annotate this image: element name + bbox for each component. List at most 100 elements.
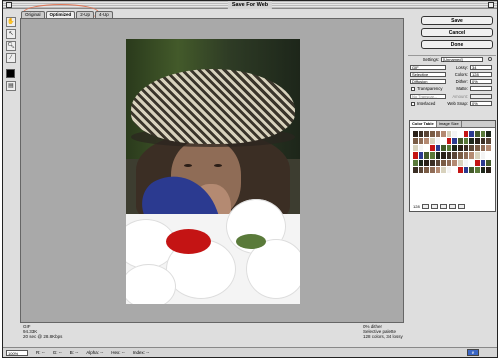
color-swatch-cell[interactable] <box>469 159 475 166</box>
color-swatch-cell[interactable] <box>452 145 458 152</box>
color-swatch-cell[interactable] <box>441 131 446 138</box>
lossy-field[interactable]: 34 <box>470 65 492 70</box>
color-swatch-cell[interactable] <box>429 152 435 159</box>
color-swatch-cell[interactable] <box>429 138 435 145</box>
color-swatch-cell[interactable] <box>475 152 480 159</box>
color-swatch-cell[interactable] <box>458 152 463 159</box>
color-swatch-cell[interactable] <box>463 159 469 166</box>
color-swatch-cell[interactable] <box>486 145 491 152</box>
color-swatch-cell[interactable] <box>480 138 486 145</box>
dither-field[interactable]: 0% <box>470 79 492 84</box>
color-swatch-cell[interactable] <box>424 138 429 145</box>
amount-field[interactable] <box>470 94 492 99</box>
color-swatch-cell[interactable] <box>475 138 480 145</box>
transparency-dither-select[interactable]: No Transpar... <box>410 94 446 99</box>
color-swatch-cell[interactable] <box>446 166 452 173</box>
color-swatch-cell[interactable] <box>469 145 475 152</box>
color-swatch-cell[interactable] <box>429 131 435 138</box>
settings-preset-select[interactable]: [Unnamed] <box>441 57 483 62</box>
color-swatch-cell[interactable] <box>458 145 463 152</box>
color-swatch-cell[interactable] <box>463 145 469 152</box>
tab-original[interactable]: Original <box>21 11 45 18</box>
color-swatch-cell[interactable] <box>413 159 418 166</box>
preview-in-browser-icon[interactable]: e <box>467 349 479 356</box>
zoom-box-icon[interactable] <box>488 2 494 8</box>
tab-image-size[interactable]: Image Size <box>437 121 462 127</box>
color-swatch-cell[interactable] <box>413 131 418 138</box>
color-swatch-cell[interactable] <box>424 145 429 152</box>
color-swatch-cell[interactable] <box>469 131 475 138</box>
color-swatch-cell[interactable] <box>446 152 452 159</box>
color-swatch-cell[interactable] <box>480 152 486 159</box>
color-swatch-cell[interactable] <box>413 145 418 152</box>
color-swatch-cell[interactable] <box>480 159 486 166</box>
color-swatch-cell[interactable] <box>458 166 463 173</box>
color-swatch-cell[interactable] <box>486 152 491 159</box>
color-swatch-cell[interactable] <box>418 138 424 145</box>
color-swatch-cell[interactable] <box>463 152 469 159</box>
color-swatch-cell[interactable] <box>486 159 491 166</box>
save-button[interactable]: Save <box>421 16 493 25</box>
colors-field[interactable]: 128 <box>470 72 492 77</box>
delete-color-icon[interactable] <box>448 203 456 209</box>
color-swatch-cell[interactable] <box>429 159 435 166</box>
color-swatch-cell[interactable] <box>452 131 458 138</box>
transparency-checkbox[interactable] <box>411 87 415 91</box>
color-swatch-cell[interactable] <box>480 166 486 173</box>
new-color-icon[interactable] <box>439 203 447 209</box>
color-swatch-cell[interactable] <box>486 166 491 173</box>
color-swatch-cell[interactable] <box>429 145 435 152</box>
color-swatch-cell[interactable] <box>435 131 441 138</box>
color-swatch-cell[interactable] <box>446 159 452 166</box>
color-swatch-cell[interactable] <box>441 145 446 152</box>
color-swatch-cell[interactable] <box>475 145 480 152</box>
color-swatch-cell[interactable] <box>486 138 491 145</box>
web-shift-icon[interactable] <box>421 203 429 209</box>
color-swatch-cell[interactable] <box>418 166 424 173</box>
eyedropper-tool-icon[interactable]: ⁄ <box>6 53 16 63</box>
interlaced-checkbox[interactable] <box>411 102 415 106</box>
hand-tool-icon[interactable]: ✋ <box>6 17 16 27</box>
color-swatch-cell[interactable] <box>469 152 475 159</box>
color-swatch-cell[interactable] <box>475 131 480 138</box>
zoom-select[interactable]: 100% <box>6 349 28 356</box>
optimize-menu-icon[interactable] <box>488 57 492 61</box>
color-swatch-cell[interactable] <box>424 166 429 173</box>
format-select[interactable]: GIF <box>410 65 446 70</box>
tab-optimized[interactable]: Optimized <box>45 11 76 18</box>
color-swatch-cell[interactable] <box>435 145 441 152</box>
color-swatch-cell[interactable] <box>469 138 475 145</box>
color-swatch-cell[interactable] <box>469 166 475 173</box>
tab-color-table[interactable]: Color Table <box>410 121 437 127</box>
color-swatch-cell[interactable] <box>413 152 418 159</box>
slice-select-tool-icon[interactable]: ↖ <box>6 29 16 39</box>
dither-algorithm-select[interactable]: Diffusion <box>410 79 446 84</box>
color-swatch-cell[interactable] <box>435 159 441 166</box>
color-swatch-cell[interactable] <box>441 159 446 166</box>
color-swatch-cell[interactable] <box>446 138 452 145</box>
color-swatch-cell[interactable] <box>458 131 463 138</box>
zoom-tool-icon[interactable]: 🔍︎ <box>6 41 16 51</box>
cancel-button[interactable]: Cancel <box>421 28 493 37</box>
color-swatch-cell[interactable] <box>441 138 446 145</box>
color-swatch-cell[interactable] <box>475 166 480 173</box>
palette-select[interactable]: Selective <box>410 72 446 77</box>
color-swatch-cell[interactable] <box>418 159 424 166</box>
color-table-grid[interactable] <box>413 131 491 173</box>
color-swatch-cell[interactable] <box>424 152 429 159</box>
color-table-menu-icon[interactable] <box>457 203 465 209</box>
color-swatch-cell[interactable] <box>452 159 458 166</box>
color-swatch-cell[interactable] <box>424 131 429 138</box>
web-snap-field[interactable]: 0% <box>470 101 492 106</box>
color-swatch-cell[interactable] <box>458 159 463 166</box>
color-swatch-cell[interactable] <box>424 159 429 166</box>
color-swatch-cell[interactable] <box>446 131 452 138</box>
color-swatch[interactable] <box>6 69 15 78</box>
color-swatch-cell[interactable] <box>463 138 469 145</box>
color-swatch-cell[interactable] <box>480 131 486 138</box>
color-swatch-cell[interactable] <box>463 166 469 173</box>
color-swatch-cell[interactable] <box>452 138 458 145</box>
color-swatch-cell[interactable] <box>418 152 424 159</box>
image-preview-area[interactable] <box>20 18 404 323</box>
color-swatch-cell[interactable] <box>413 166 418 173</box>
